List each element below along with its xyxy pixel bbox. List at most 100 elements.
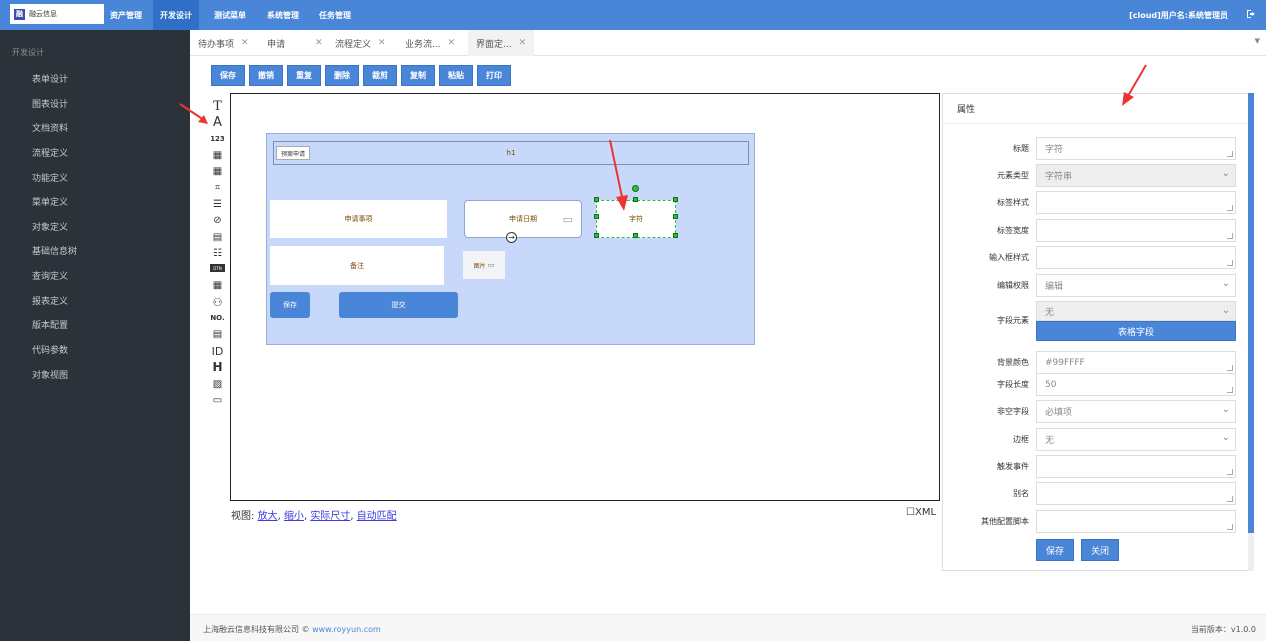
- textarea-tool-icon[interactable]: ▤: [210, 231, 225, 243]
- tab-todo[interactable]: 待办事项 ✕: [198, 30, 249, 56]
- property-select[interactable]: 必填项: [1036, 400, 1236, 423]
- nav-task[interactable]: 任务管理: [314, 0, 356, 30]
- property-input[interactable]: #99FFFF: [1036, 351, 1236, 374]
- logout-icon[interactable]: [1246, 9, 1256, 19]
- sidebar-item-function[interactable]: 功能定义: [32, 171, 68, 184]
- attachment-tool-icon[interactable]: ⊘: [210, 214, 225, 226]
- sidebar-item-chart-design[interactable]: 图表设计: [32, 97, 68, 110]
- save-button[interactable]: 保存: [211, 65, 245, 86]
- close-icon[interactable]: ✕: [448, 38, 456, 48]
- user-info[interactable]: [cloud]用户名:系统管理员: [1129, 0, 1228, 30]
- serial-number-tool-icon[interactable]: NO.: [210, 312, 225, 324]
- sidebar-item-report[interactable]: 报表定义: [32, 294, 68, 307]
- tab-workflow[interactable]: 流程定义 ✕: [335, 30, 386, 56]
- property-input[interactable]: [1036, 455, 1236, 478]
- resize-handle[interactable]: [633, 197, 638, 202]
- table-field-button[interactable]: 表格字段: [1036, 321, 1236, 341]
- redo-button[interactable]: 重复: [287, 65, 321, 86]
- tab-apply[interactable]: 申请 ✕: [267, 30, 323, 56]
- props-save-button[interactable]: 保存: [1036, 539, 1074, 561]
- nav-dev-design[interactable]: 开发设计: [153, 0, 199, 30]
- print-button[interactable]: 打印: [477, 65, 511, 86]
- close-icon[interactable]: ✕: [378, 38, 386, 48]
- resize-handle[interactable]: [594, 233, 599, 238]
- sidebar-item-workflow[interactable]: 流程定义: [32, 146, 68, 159]
- field-apply-item[interactable]: 申请事项: [270, 200, 447, 238]
- delete-button[interactable]: 删除: [325, 65, 359, 86]
- document-tool-icon[interactable]: ▤: [210, 328, 225, 340]
- scrollbar-thumb[interactable]: [1248, 93, 1254, 533]
- sidebar-item-object-view[interactable]: 对象视图: [32, 368, 68, 381]
- field-remark[interactable]: 备注: [270, 246, 444, 285]
- sidebar-item-documents[interactable]: 文档资料: [32, 121, 68, 134]
- connect-arrow-icon[interactable]: →: [506, 232, 517, 243]
- form-header-tag[interactable]: 预案申请: [276, 146, 310, 160]
- property-input[interactable]: 字符: [1036, 137, 1236, 160]
- property-input[interactable]: [1036, 482, 1236, 505]
- image-tool-icon[interactable]: ▨: [210, 378, 225, 390]
- copy-button[interactable]: 复制: [401, 65, 435, 86]
- property-input[interactable]: 50: [1036, 373, 1236, 396]
- tab-business-flow[interactable]: 业务流... ✕: [405, 30, 455, 56]
- list-tool-icon[interactable]: ☰: [210, 198, 225, 210]
- number-tool-icon[interactable]: 123: [210, 133, 225, 145]
- close-icon[interactable]: ✕: [315, 38, 323, 48]
- close-icon[interactable]: ✕: [241, 38, 249, 48]
- website-link[interactable]: www.royyun.com: [312, 625, 381, 634]
- sidebar-item-code-params[interactable]: 代码参数: [32, 343, 68, 356]
- sidebar-item-info-tree[interactable]: 基础信息树: [32, 244, 77, 257]
- property-select[interactable]: 无: [1036, 428, 1236, 451]
- label-tool-icon[interactable]: A: [210, 115, 225, 130]
- id-tool-icon[interactable]: ID: [210, 345, 225, 358]
- sidebar-item-menu[interactable]: 菜单定义: [32, 195, 68, 208]
- properties-scrollbar[interactable]: [1248, 93, 1254, 571]
- heading-tool-icon[interactable]: H: [210, 360, 225, 374]
- resize-handle[interactable]: [673, 214, 678, 219]
- auto-fit-link[interactable]: 自动匹配: [357, 511, 397, 522]
- property-input[interactable]: [1036, 510, 1236, 533]
- date-tool-icon[interactable]: ▦: [210, 149, 225, 161]
- button-tool-icon[interactable]: DTN: [210, 264, 225, 272]
- resize-handle[interactable]: [673, 197, 678, 202]
- field-image[interactable]: 图片 ▭: [463, 251, 505, 279]
- property-input[interactable]: [1036, 246, 1236, 269]
- table-tool-icon[interactable]: ▦: [210, 165, 225, 177]
- resize-handle[interactable]: [633, 233, 638, 238]
- property-input[interactable]: [1036, 191, 1236, 214]
- checklist-tool-icon[interactable]: ☷: [210, 247, 225, 259]
- cut-button[interactable]: 裁剪: [363, 65, 397, 86]
- undo-button[interactable]: 撤销: [249, 65, 283, 86]
- calendar-tool-icon[interactable]: ▦: [210, 279, 225, 291]
- tab-ui-design[interactable]: 界面定... ✕: [468, 30, 535, 56]
- field-apply-date[interactable]: 申请日期 ▭: [464, 200, 582, 238]
- nav-asset[interactable]: 资产管理: [105, 0, 147, 30]
- frame-tool-icon[interactable]: ▭: [210, 394, 225, 406]
- form-header[interactable]: h1: [273, 141, 749, 165]
- property-select[interactable]: 编辑: [1036, 274, 1236, 297]
- props-close-button[interactable]: 关闭: [1081, 539, 1119, 561]
- form-submit-button[interactable]: 提交: [339, 292, 458, 318]
- property-input[interactable]: [1036, 219, 1236, 242]
- nav-test-menu[interactable]: 测试菜单: [209, 0, 251, 30]
- text-tool-icon[interactable]: T: [210, 99, 225, 114]
- resize-handle[interactable]: [673, 233, 678, 238]
- sidebar-item-query[interactable]: 查询定义: [32, 269, 68, 282]
- form-design-area[interactable]: h1 预案申请 申请事项 申请日期 ▭ → 字符 备注 图片 ▭ 保存 提交: [266, 133, 755, 345]
- xml-toggle[interactable]: ☐XML: [906, 507, 936, 518]
- resize-handle[interactable]: [594, 197, 599, 202]
- user-tool-icon[interactable]: ⚇: [210, 296, 225, 309]
- property-select[interactable]: 无: [1036, 301, 1236, 321]
- form-save-button[interactable]: 保存: [270, 292, 310, 318]
- sidebar-item-version[interactable]: 版本配置: [32, 318, 68, 331]
- chevron-down-icon[interactable]: ▼: [1255, 37, 1260, 45]
- checkbox-icon[interactable]: ☐: [906, 507, 915, 518]
- property-select[interactable]: 字符串: [1036, 164, 1236, 187]
- zoom-in-link[interactable]: 放大: [258, 511, 278, 522]
- resize-handle[interactable]: [594, 214, 599, 219]
- sidebar-item-form-design[interactable]: 表单设计: [32, 72, 68, 85]
- nav-system[interactable]: 系统管理: [262, 0, 304, 30]
- actual-size-link[interactable]: 实际尺寸: [310, 511, 350, 522]
- zoom-out-link[interactable]: 缩小: [284, 511, 304, 522]
- tree-tool-icon[interactable]: ⌗: [210, 182, 225, 194]
- paste-button[interactable]: 粘贴: [439, 65, 473, 86]
